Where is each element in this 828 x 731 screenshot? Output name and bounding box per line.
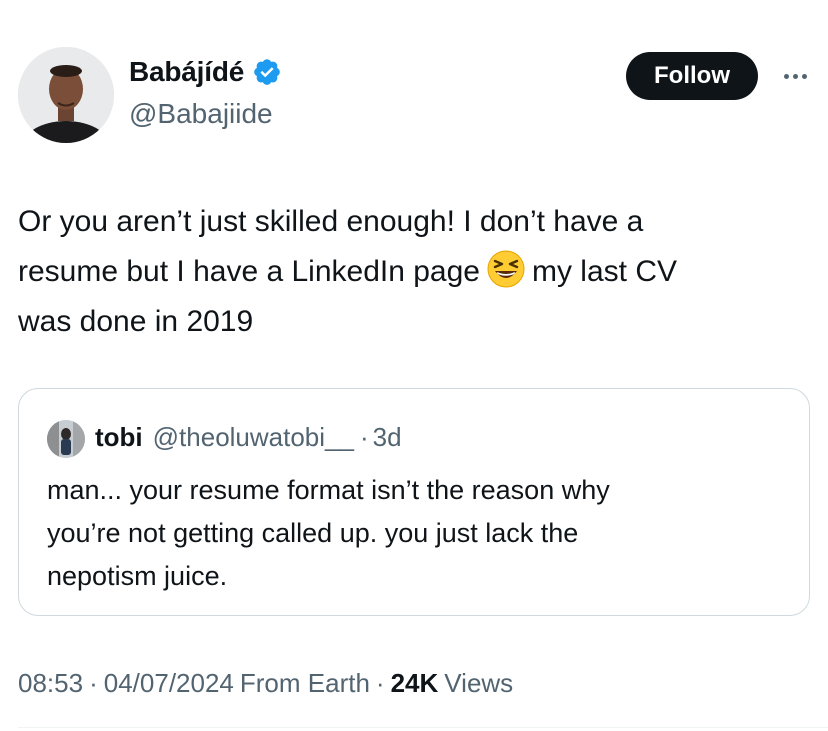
grinning-squinting-face-icon bbox=[487, 250, 525, 288]
author-name[interactable]: Babájídé bbox=[129, 56, 244, 88]
quote-line: you’re not getting called up. you just l… bbox=[47, 518, 579, 548]
quote-line: nepotism juice. bbox=[47, 561, 228, 591]
views-count: 24K bbox=[390, 668, 439, 698]
views-label: Views bbox=[444, 668, 514, 698]
author-name-row: Babájídé bbox=[129, 56, 282, 88]
author-handle[interactable]: @Babajiide bbox=[129, 98, 273, 130]
follow-button[interactable]: Follow bbox=[626, 52, 758, 100]
more-dot bbox=[783, 73, 789, 79]
quote-header: tobi @theoluwatobi__ · 3d bbox=[95, 422, 402, 453]
quote-author-name[interactable]: tobi bbox=[95, 422, 143, 453]
more-dot bbox=[792, 73, 798, 79]
meta-separator: · bbox=[375, 668, 385, 698]
quote-line: man... your resume format isn’t the reas… bbox=[47, 475, 610, 505]
quote-author-avatar[interactable] bbox=[47, 420, 85, 458]
quote-text: man... your resume format isn’t the reas… bbox=[47, 469, 787, 598]
tweet-meta: 08:53 · 04/07/2024 From Earth · 24K View… bbox=[18, 668, 513, 699]
tweet-line-segment: my last CV bbox=[531, 255, 678, 288]
tweet-line: was done in 2019 bbox=[18, 305, 254, 338]
quote-tweet-card[interactable]: tobi @theoluwatobi__ · 3d man... your re… bbox=[18, 388, 810, 616]
quote-timestamp[interactable]: 3d bbox=[373, 422, 402, 453]
tweet-line: Or you aren’t just skilled enough! I don… bbox=[18, 205, 644, 238]
divider bbox=[18, 727, 828, 728]
verified-badge-icon bbox=[254, 59, 280, 85]
more-options-icon[interactable] bbox=[775, 58, 815, 94]
tweet-line: resume but I have a LinkedIn page my las… bbox=[18, 247, 818, 297]
author-avatar[interactable] bbox=[18, 47, 114, 143]
more-dot bbox=[801, 73, 807, 79]
meta-separator: · bbox=[89, 668, 98, 698]
author-avatar-photo bbox=[18, 47, 114, 143]
quote-separator: · bbox=[359, 422, 369, 452]
quote-author-handle[interactable]: @theoluwatobi__ bbox=[153, 422, 354, 453]
tweet-line-segment: resume but I have a LinkedIn page bbox=[18, 255, 480, 288]
tweet-date[interactable]: 04/07/2024 bbox=[104, 668, 234, 699]
tweet-time[interactable]: 08:53 bbox=[18, 668, 83, 699]
tweet-source: From Earth bbox=[239, 668, 370, 698]
tweet-text: Or you aren’t just skilled enough! I don… bbox=[18, 197, 818, 347]
quote-avatar-photo bbox=[47, 420, 85, 458]
